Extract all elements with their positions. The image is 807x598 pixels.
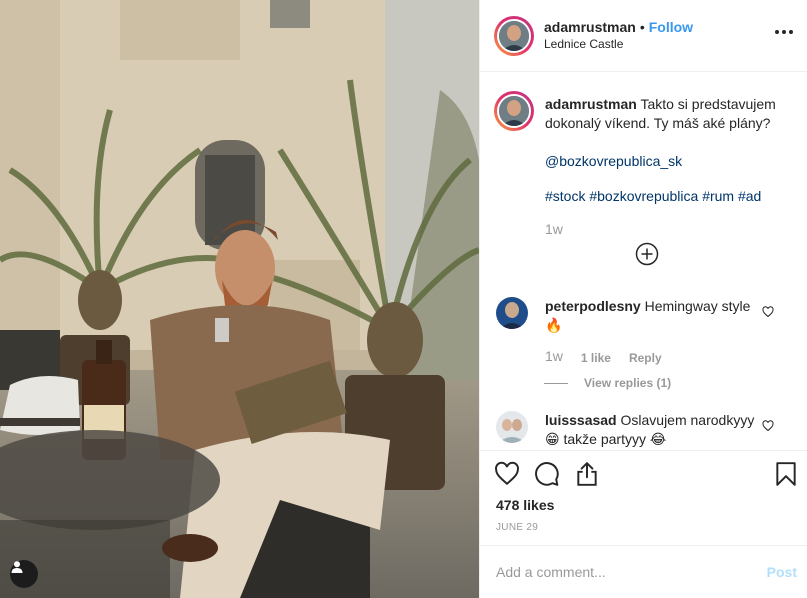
header-separator: • [639, 18, 645, 35]
comment-body: luisssasad Oslavujem narodkyyy 😁 takže p… [545, 411, 765, 449]
location-link[interactable]: Lednice Castle [544, 36, 693, 53]
share-icon [577, 462, 597, 486]
add-comment-input[interactable] [496, 564, 767, 580]
comment-likes[interactable]: 1 like [581, 349, 611, 368]
comment-icon [535, 462, 559, 486]
plus-circle-icon [635, 242, 659, 266]
follow-button[interactable]: Follow [649, 19, 693, 35]
commenter-avatar[interactable] [496, 297, 528, 329]
author-username[interactable]: adamrustman [544, 19, 636, 35]
comments-list[interactable]: adamrustman Takto si predstavujem dokona… [480, 73, 807, 450]
author-avatar [497, 18, 531, 53]
comment-text: Hemingway style [644, 298, 751, 314]
more-icon [775, 30, 779, 34]
comment-time: 1w [545, 348, 563, 364]
comment-emoji: 🔥 [545, 317, 563, 333]
replies-divider [544, 383, 568, 384]
comment-like-button[interactable] [762, 305, 774, 321]
post-sidebar: adamrustman • Follow Lednice Castle adamru… [479, 0, 807, 598]
bookmark-icon [776, 462, 796, 486]
comment-username[interactable]: peterpodlesny [545, 298, 641, 314]
save-button[interactable] [773, 461, 799, 490]
user-tag-icon [11, 561, 23, 573]
comment-like-button[interactable] [762, 419, 774, 435]
post-header: adamrustman • Follow Lednice Castle [480, 0, 807, 72]
comment-meta: 1w 1 like Reply [545, 347, 765, 368]
post-date[interactable]: JUNE 29 [496, 522, 538, 533]
view-replies-label[interactable]: View replies (1) [584, 374, 671, 393]
caption-body: adamrustman Takto si predstavujem dokona… [545, 95, 785, 239]
caption-mention[interactable]: @bozkovrepublica_sk [545, 152, 785, 171]
commenter-avatar[interactable] [496, 411, 528, 443]
likes-count[interactable]: 478 likes [496, 497, 554, 513]
caption-hashtags[interactable]: #stock #bozkovrepublica #rum #ad [545, 187, 785, 206]
comment-text-continued: 😁 takže partyyy 😂 [545, 431, 667, 447]
caption-avatar[interactable] [494, 91, 534, 131]
share-button[interactable] [574, 461, 600, 490]
photo-illustration [0, 0, 479, 598]
load-more-comments-button[interactable] [635, 242, 659, 266]
post-photo[interactable] [0, 0, 479, 598]
post-dialog: adamrustman • Follow Lednice Castle adamru… [0, 0, 807, 598]
comment-body: peterpodlesny Hemingway style 🔥 1w 1 lik… [544, 297, 765, 393]
heart-icon [762, 420, 774, 432]
comment-text: Oslavujem narodkyyy [620, 412, 755, 428]
heart-icon [495, 461, 519, 486]
post-comment-button[interactable]: Post [767, 564, 797, 580]
heart-icon [762, 306, 774, 318]
comment-username[interactable]: luisssasad [545, 412, 617, 428]
add-comment-bar: Post [480, 545, 807, 598]
tag-user-button[interactable] [10, 560, 38, 588]
post-actions: 478 likes JUNE 29 [480, 450, 807, 548]
header-text: adamrustman • Follow Lednice Castle [544, 19, 693, 53]
action-icons [494, 461, 600, 490]
like-button[interactable] [494, 461, 520, 490]
author-avatar-ring[interactable] [494, 15, 534, 56]
comment-button[interactable] [534, 461, 560, 490]
caption-time: 1w [545, 221, 563, 237]
reply-button[interactable]: Reply [629, 349, 662, 368]
more-options-button[interactable] [775, 30, 793, 34]
view-replies-button[interactable]: View replies (1) [544, 374, 765, 393]
caption-username[interactable]: adamrustman [545, 96, 637, 112]
